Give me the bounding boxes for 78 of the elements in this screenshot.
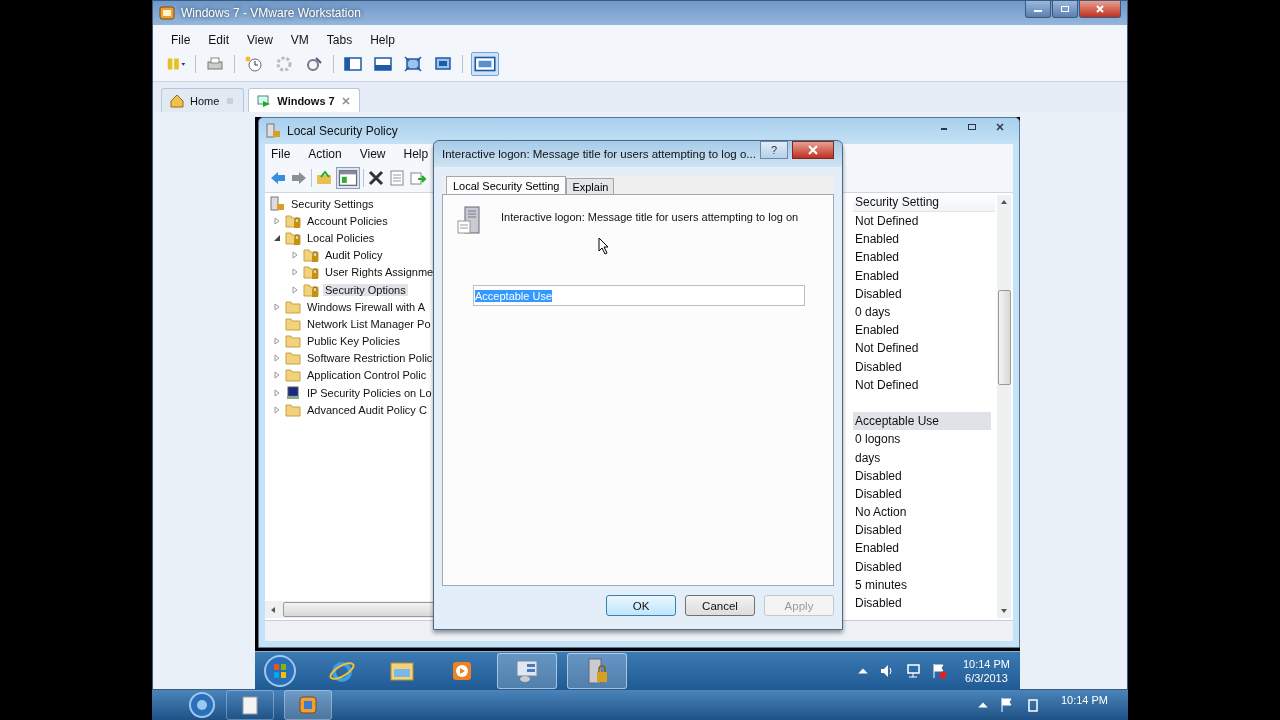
- table-cell-text: Disabled: [854, 285, 903, 302]
- window-title: Windows 7 - VMware Workstation: [181, 6, 361, 20]
- help-button[interactable]: ?: [759, 141, 789, 159]
- table-cell-text: Enabled: [854, 249, 901, 266]
- tree-item[interactable]: Account Policies: [305, 214, 390, 227]
- table-cell-text: Disabled: [854, 467, 903, 484]
- table-cell-text: Disabled: [854, 485, 903, 502]
- menu-item[interactable]: Edit: [208, 33, 230, 47]
- table-row[interactable]: Not Defined: [853, 212, 991, 231]
- table-row[interactable]: Enabled: [853, 248, 991, 267]
- table-cell-text: No Action: [854, 504, 908, 521]
- tree-item[interactable]: Audit Policy: [323, 249, 385, 262]
- tree-item[interactable]: Network List Manager Po: [305, 317, 433, 330]
- table-row[interactable]: Enabled: [853, 321, 991, 340]
- table-row[interactable]: Disabled: [853, 484, 991, 503]
- table-row[interactable]: days: [853, 448, 991, 467]
- table-row[interactable]: 0 logons: [853, 430, 991, 449]
- table-cell-text: Acceptable Use: [854, 413, 941, 430]
- tab[interactable]: Windows 7: [248, 88, 360, 112]
- tree-item[interactable]: Public Key Policies: [305, 335, 402, 348]
- table-row[interactable]: 5 minutes: [853, 575, 991, 594]
- dialog-button[interactable]: Cancel: [685, 595, 755, 616]
- policy-description: Interactive logon: Message title for users attempting to log on: [501, 211, 799, 225]
- tree-item[interactable]: Advanced Audit Policy C: [305, 403, 429, 416]
- table-cell-text: Enabled: [854, 267, 901, 284]
- menu-item[interactable]: VM: [290, 33, 309, 47]
- table-row[interactable]: No Action: [853, 503, 991, 522]
- tree-item[interactable]: Local Policies: [305, 231, 377, 244]
- tree-item[interactable]: Software Restriction Polic: [305, 352, 435, 365]
- table-cell-text: Disabled: [854, 558, 903, 575]
- menu-item[interactable]: Help: [403, 147, 429, 161]
- tree-item[interactable]: User Rights Assignme: [323, 266, 436, 279]
- menu-item[interactable]: Tabs: [326, 33, 353, 47]
- table-cell-text: 0 days: [854, 304, 892, 321]
- tab[interactable]: Home: [161, 88, 245, 112]
- tab[interactable]: Local Security Setting: [446, 176, 567, 195]
- tree-item[interactable]: Security Settings: [289, 197, 376, 210]
- table-cell-text: days: [854, 449, 882, 466]
- table-row[interactable]: Disabled: [853, 357, 991, 376]
- table-cell-text: Not Defined: [854, 376, 920, 393]
- table-row[interactable]: Enabled: [853, 230, 991, 249]
- table-row[interactable]: Enabled: [853, 539, 991, 558]
- menu-item[interactable]: View: [359, 147, 386, 161]
- table-row[interactable]: Disabled: [853, 557, 991, 576]
- tree-item[interactable]: Application Control Polic: [305, 369, 429, 382]
- menu-item[interactable]: File: [171, 33, 191, 47]
- table-row[interactable]: Not Defined: [853, 375, 991, 394]
- table-row[interactable]: Disabled: [853, 284, 991, 303]
- table-cell-text: Enabled: [854, 540, 901, 557]
- menu-item[interactable]: View: [247, 33, 273, 47]
- tree-item[interactable]: Windows Firewall with A: [305, 300, 427, 313]
- menu-item[interactable]: Help: [370, 33, 395, 47]
- table-row[interactable]: Disabled: [853, 521, 991, 540]
- tree-item[interactable]: Security Options: [323, 283, 408, 296]
- clock-time: 10:14 PM: [962, 658, 1010, 670]
- clock-date: 6/3/2013: [965, 672, 1008, 684]
- table-cell-text: Enabled: [854, 322, 901, 339]
- table-cell-text: Disabled: [854, 595, 903, 612]
- table-cell-text: Enabled: [854, 231, 901, 248]
- table-cell-text: Not Defined: [854, 213, 920, 230]
- table-cell-text: Disabled: [854, 522, 903, 539]
- table-row[interactable]: Acceptable Use: [853, 412, 991, 431]
- menu-item[interactable]: File: [271, 147, 291, 161]
- table-cell-text: Disabled: [854, 358, 903, 375]
- table-row[interactable]: Not Defined: [853, 339, 991, 358]
- menu-item[interactable]: Action: [308, 147, 342, 161]
- table-row[interactable]: Disabled: [853, 593, 991, 613]
- table-cell-text: 5 minutes: [854, 576, 909, 593]
- table-cell-text: 0 logons: [854, 431, 902, 448]
- dialog-button[interactable]: OK: [606, 595, 676, 616]
- window-title: Local Security Policy: [287, 124, 398, 138]
- tree-item[interactable]: IP Security Policies on Lo: [305, 386, 434, 399]
- table-row[interactable]: Enabled: [853, 266, 991, 285]
- table-row[interactable]: Disabled: [853, 466, 991, 485]
- clock-time: 10:14 PM: [1060, 693, 1109, 706]
- dialog-title: Interactive logon: Message title for users attempting to log o...: [442, 148, 756, 160]
- table-cell-text: Not Defined: [854, 340, 920, 357]
- table-row[interactable]: 0 days: [853, 302, 991, 322]
